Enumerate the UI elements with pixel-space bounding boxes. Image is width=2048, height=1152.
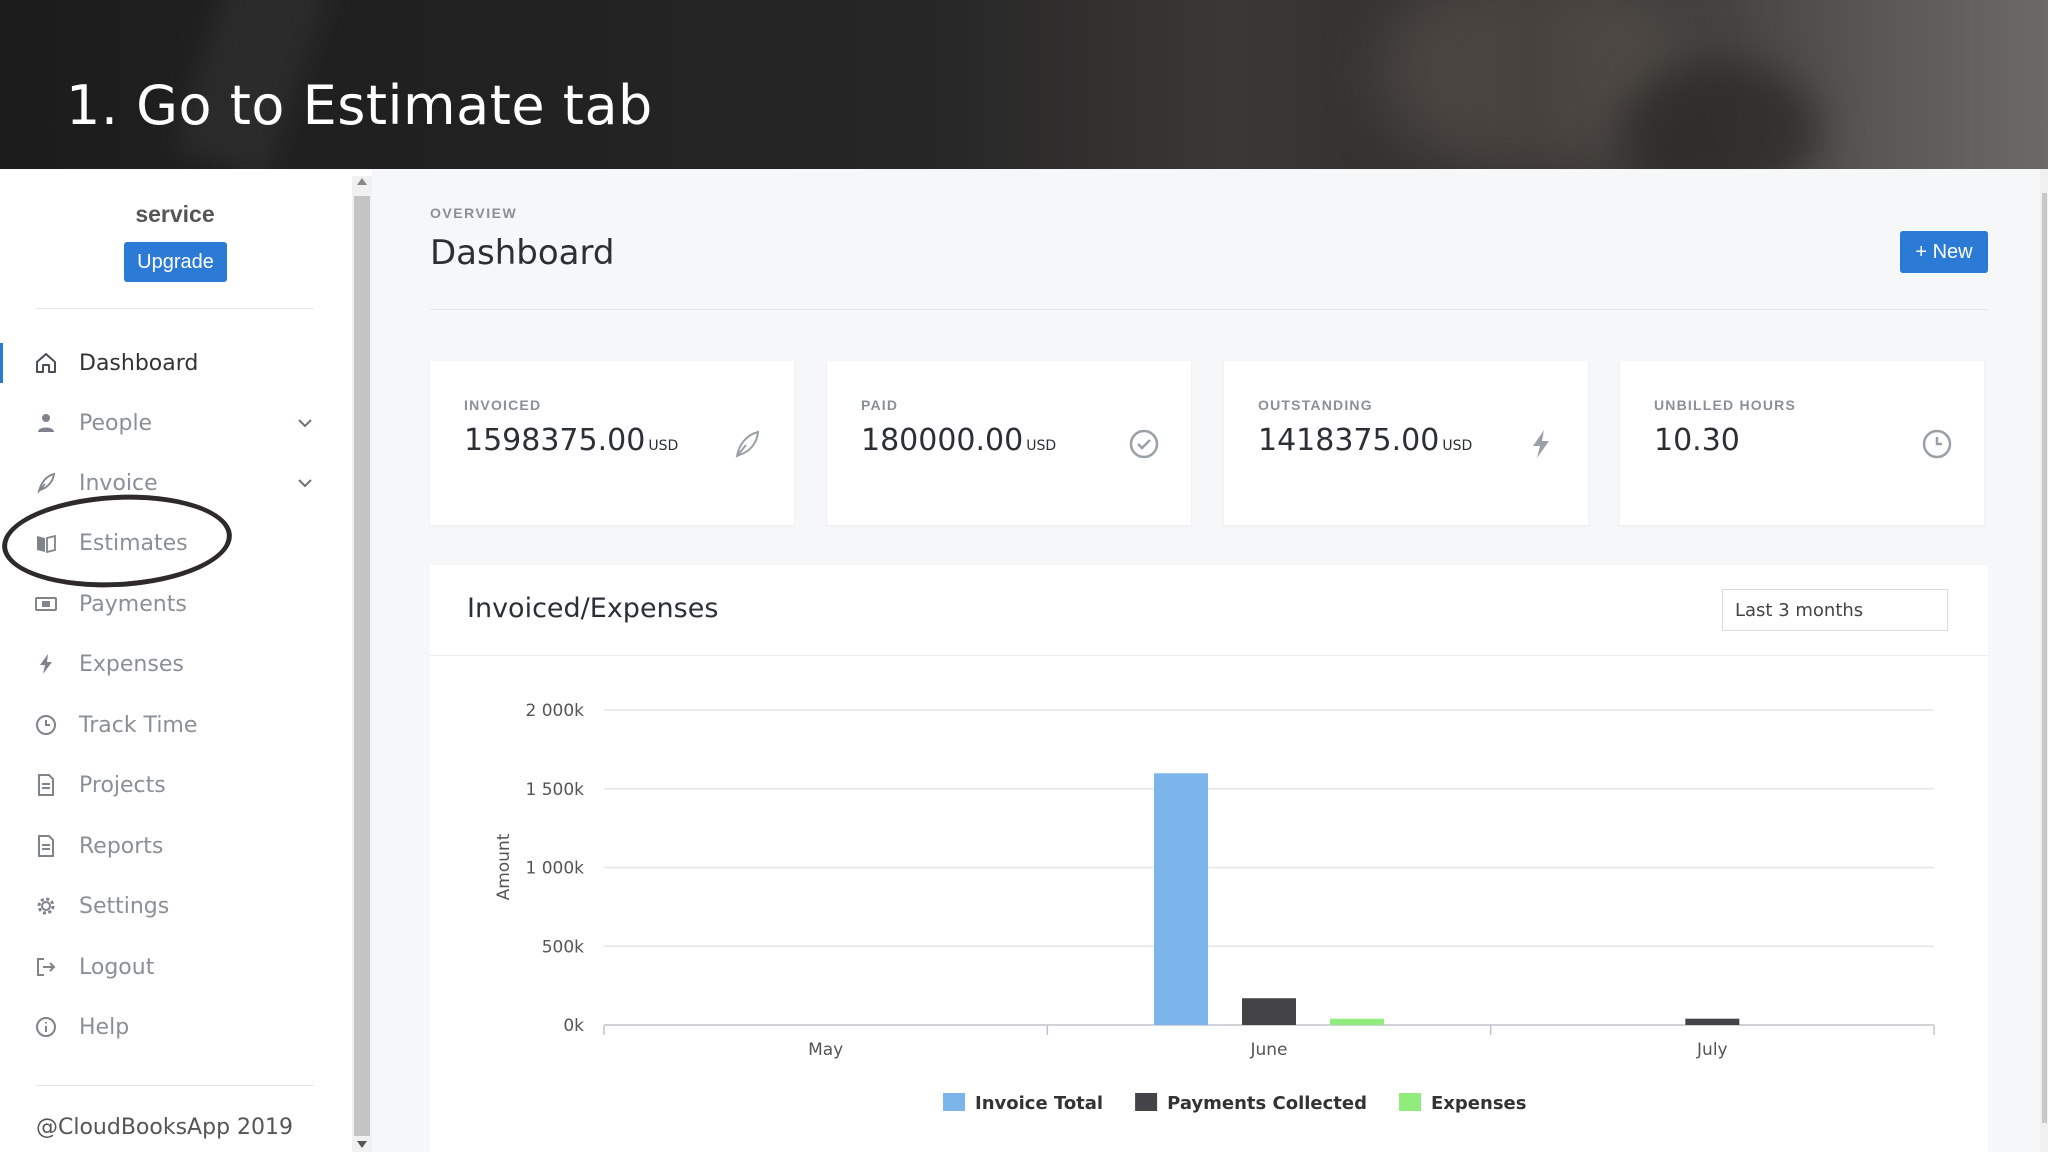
bar-payments-collected	[1685, 1018, 1740, 1025]
x-tick-label: July	[1696, 1040, 1728, 1060]
clock-icon	[1922, 429, 1952, 459]
y-tick-label: 2 000k	[525, 701, 584, 721]
sidebar-item-label: Help	[79, 1014, 130, 1040]
sidebar-item-label: Track Time	[79, 712, 198, 738]
overview-label: OVERVIEW	[430, 205, 518, 221]
sidebar-scrollbar[interactable]	[352, 176, 372, 1152]
sidebar-item-label: Reports	[79, 833, 164, 859]
scroll-up-icon[interactable]	[357, 178, 367, 185]
y-tick-label: 0k	[563, 1016, 584, 1036]
sidebar-item-invoice[interactable]: Invoice	[0, 459, 330, 507]
sidebar-item-label: Payments	[79, 591, 187, 617]
scroll-down-icon[interactable]	[357, 1141, 367, 1148]
tutorial-banner: 1. Go to Estimate tab	[0, 0, 2048, 169]
document-icon	[38, 774, 54, 796]
stat-value: 10.30	[1654, 423, 1740, 458]
x-tick-label: May	[808, 1040, 843, 1060]
y-tick-label: 1 000k	[525, 859, 584, 879]
stat-unit: USD	[1442, 438, 1473, 454]
stat-value: 1598375.00 USD	[464, 423, 679, 458]
y-tick-label: 500k	[542, 937, 584, 957]
stat-card-unbilled-hours: UNBILLED HOURS 10.30	[1620, 361, 1984, 525]
sidebar-item-people[interactable]: People	[0, 399, 330, 447]
invoiced-expenses-card: Invoiced/Expenses Last 3 months 0k 500k 1 …	[430, 565, 1988, 1152]
chevron-down-icon[interactable]	[296, 474, 314, 492]
stat-value: 1418375.00 USD	[1258, 423, 1473, 458]
stat-label: UNBILLED HOURS	[1654, 397, 1797, 413]
scrollbar-thumb[interactable]	[354, 196, 370, 1136]
person-icon	[38, 414, 54, 432]
logout-icon	[37, 958, 56, 976]
page-scrollbar[interactable]	[2040, 169, 2048, 1152]
sidebar-item-label: Dashboard	[79, 350, 199, 376]
stat-value: 180000.00 USD	[861, 423, 1057, 458]
sidebar-item-expenses[interactable]: Expenses	[0, 640, 330, 688]
header-divider	[430, 309, 1988, 310]
sidebar-item-payments[interactable]: Payments	[0, 580, 330, 628]
sidebar-item-label: Settings	[79, 893, 170, 919]
document-icon	[38, 835, 54, 857]
sidebar: service Upgrade Dashboard People Invoice…	[0, 169, 350, 1152]
legend-label: Expenses	[1431, 1093, 1526, 1114]
bolt-icon	[1533, 430, 1549, 458]
sidebar-item-settings[interactable]: Settings	[0, 882, 330, 930]
sidebar-item-reports[interactable]: Reports	[0, 822, 330, 870]
sidebar-item-label: People	[79, 410, 153, 436]
sidebar-item-label: Logout	[79, 954, 155, 980]
info-icon	[36, 1017, 56, 1037]
sidebar-item-help[interactable]: Help	[0, 1003, 330, 1051]
legend-label: Invoice Total	[975, 1093, 1103, 1114]
bolt-icon	[40, 654, 52, 674]
sidebar-item-label: Estimates	[79, 530, 188, 556]
sidebar-item-logout[interactable]: Logout	[0, 943, 330, 991]
legend-swatch	[1399, 1093, 1421, 1111]
book-icon	[37, 534, 56, 554]
gear-icon	[37, 897, 55, 915]
org-name: service	[135, 201, 215, 227]
feather-icon	[37, 472, 56, 494]
stat-card-paid: PAID 180000.00 USD	[827, 361, 1191, 525]
scrollbar-thumb[interactable]	[2042, 193, 2047, 1123]
banner-title: 1. Go to Estimate tab	[66, 74, 653, 137]
page-title: Dashboard	[430, 233, 615, 273]
sidebar-item-estimates[interactable]: Estimates	[0, 519, 330, 567]
legend-label: Payments Collected	[1167, 1093, 1367, 1114]
chevron-down-icon[interactable]	[296, 414, 314, 432]
stat-label: PAID	[861, 397, 899, 413]
stat-unit: USD	[648, 438, 679, 454]
money-icon	[35, 597, 57, 611]
upgrade-button[interactable]: Upgrade	[124, 242, 227, 282]
bar-payments-collected	[1242, 998, 1296, 1025]
sidebar-item-label: Projects	[79, 772, 166, 798]
sidebar-item-dashboard[interactable]: Dashboard	[0, 339, 330, 387]
home-icon	[36, 353, 56, 373]
clock-icon	[36, 715, 56, 735]
stat-card-outstanding: OUTSTANDING 1418375.00 USD	[1224, 361, 1588, 525]
bar-invoice-total	[1154, 773, 1208, 1025]
legend-swatch	[1135, 1093, 1158, 1111]
x-tick-label: June	[1249, 1040, 1287, 1060]
stat-card-invoiced: INVOICED 1598375.00 USD	[430, 361, 794, 525]
stat-label: OUTSTANDING	[1258, 397, 1373, 413]
main-content: OVERVIEW Dashboard + New INVOICED 159837…	[372, 169, 2048, 1152]
sidebar-item-projects[interactable]: Projects	[0, 761, 330, 809]
y-axis-label: Amount	[494, 833, 514, 900]
copyright-text: @CloudBooksApp 2019	[36, 1115, 294, 1140]
stat-label: INVOICED	[464, 397, 542, 413]
sidebar-item-track-time[interactable]: Track Time	[0, 701, 330, 749]
bar-expenses	[1330, 1018, 1384, 1025]
feather-icon	[735, 430, 760, 458]
invoiced-expenses-chart: 0k 500k 1 000k 1 500k 2 000k Amount May June Jul…	[494, 701, 1935, 1114]
sidebar-divider	[36, 308, 314, 309]
new-button[interactable]: + New	[1900, 231, 1988, 273]
sidebar-item-label: Expenses	[79, 651, 184, 677]
sidebar-divider	[36, 1085, 314, 1086]
check-circle-icon	[1129, 429, 1159, 459]
legend-swatch	[943, 1093, 965, 1111]
stat-unit: USD	[1026, 438, 1057, 454]
sidebar-item-label: Invoice	[79, 470, 158, 496]
y-tick-label: 1 500k	[525, 780, 584, 800]
